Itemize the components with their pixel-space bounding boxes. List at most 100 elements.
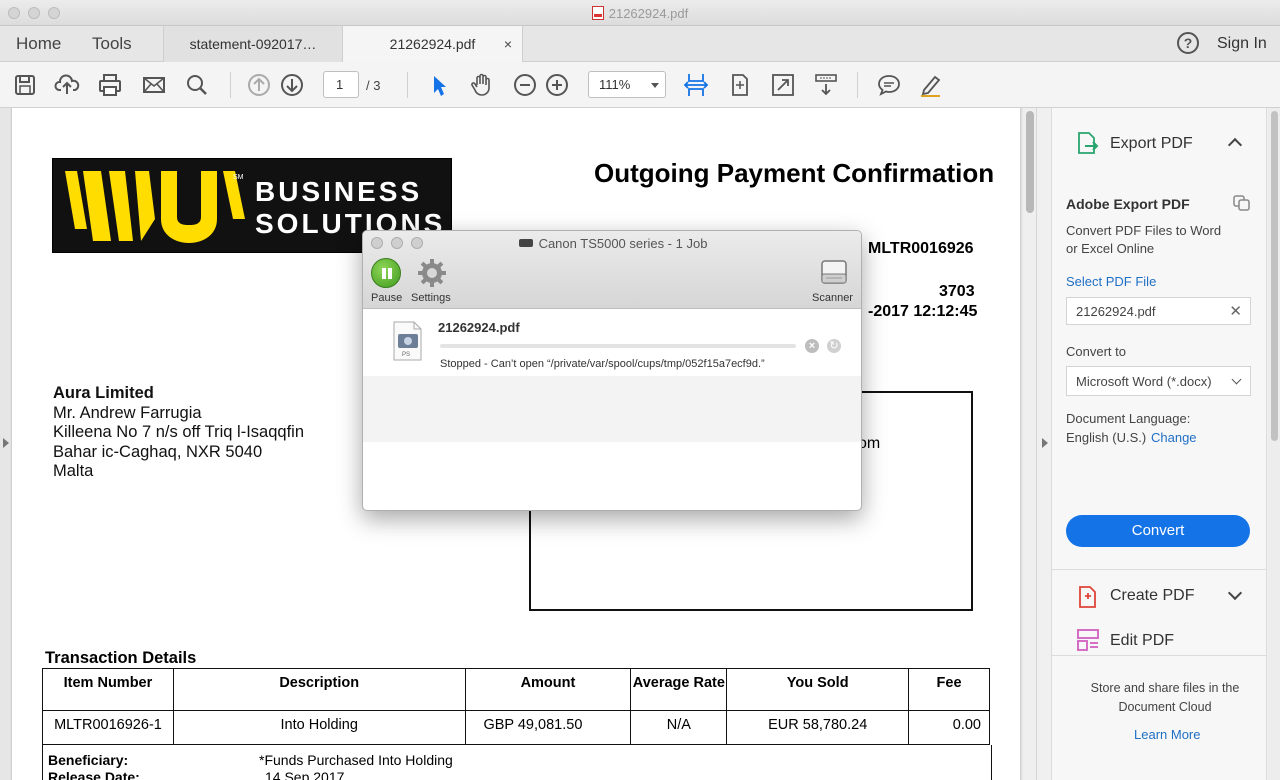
column-header: Fee	[908, 668, 990, 711]
scanner-label: Scanner	[812, 292, 853, 304]
comment-icon[interactable]	[876, 72, 902, 98]
job-status: Stopped - Can’t open “/private/var/spool…	[440, 358, 765, 370]
settings-gear-icon[interactable]	[416, 257, 448, 289]
adobe-export-heading: Adobe Export PDF	[1066, 196, 1190, 212]
export-description: Convert PDF Files to Word or Excel Onlin…	[1066, 223, 1222, 256]
close-tab-icon[interactable]: ×	[504, 36, 512, 52]
resume-job-icon[interactable]: ↻	[827, 339, 841, 353]
scanner-icon[interactable]	[818, 257, 850, 287]
logo-text-line1: BUSINESS	[255, 176, 423, 207]
column-header: You Sold	[726, 668, 910, 711]
column-header: Average Rate	[630, 668, 728, 711]
title-bar: 21262924.pdf	[0, 0, 1280, 26]
print-dialog-toolbar: Canon TS5000 series - 1 Job Pause Settin…	[363, 231, 861, 309]
scroll-mode-icon[interactable]	[813, 72, 839, 98]
chevron-down-icon	[651, 83, 659, 88]
sign-in-link[interactable]: Sign In	[1217, 35, 1267, 53]
document-title: Outgoing Payment Confirmation	[594, 158, 995, 188]
table-cell: GBP 49,081.50	[464, 710, 632, 745]
create-pdf-title[interactable]: Create PDF	[1110, 587, 1194, 605]
beneficiary-block: Beneficiary: *Funds Purchased Into Holdi…	[42, 745, 992, 780]
release-date-value: 14 Sep 2017	[265, 769, 345, 780]
release-date-label: Release Date:	[48, 769, 140, 780]
doc-language-label: Document Language:	[1066, 411, 1191, 426]
panel-divider	[1051, 655, 1266, 656]
convert-format-select[interactable]: Microsoft Word (*.docx)	[1066, 366, 1251, 396]
scrollbar-thumb[interactable]	[1271, 111, 1278, 441]
toolbar-divider	[857, 72, 858, 98]
change-language-link[interactable]: Change	[1151, 430, 1197, 445]
window-title-text: 21262924.pdf	[608, 6, 689, 21]
job-list-empty-row	[363, 376, 861, 442]
tab-label: statement-092017…	[189, 36, 317, 52]
next-page-icon[interactable]	[279, 72, 305, 98]
chevron-down-icon	[1231, 374, 1242, 385]
scrollbar-thumb[interactable]	[1026, 111, 1034, 213]
previous-page-icon[interactable]	[246, 72, 272, 98]
page-number-input[interactable]: 1	[323, 71, 359, 98]
clear-file-icon[interactable]: ✕	[1229, 302, 1242, 320]
settings-label: Settings	[411, 292, 451, 304]
edit-pdf-title[interactable]: Edit PDF	[1110, 632, 1174, 650]
select-cursor-icon[interactable]	[426, 72, 452, 98]
tab-label: 21262924.pdf	[389, 36, 476, 52]
highlight-pen-icon[interactable]	[918, 72, 944, 98]
help-icon[interactable]: ?	[1177, 32, 1199, 54]
transaction-heading: Transaction Details	[45, 649, 197, 667]
fit-width-icon[interactable]	[683, 72, 709, 98]
zoom-level-select[interactable]: 111%	[588, 71, 666, 98]
selected-file-field[interactable]: 21262924.pdf ✕	[1066, 297, 1251, 325]
svg-text:SM: SM	[233, 174, 244, 181]
postscript-file-icon: PS	[393, 321, 422, 361]
tools-pane-scrollbar[interactable]	[1268, 108, 1280, 780]
column-header: Amount	[464, 668, 632, 711]
document-scrollbar[interactable]	[1023, 108, 1036, 780]
zoom-in-icon[interactable]	[544, 72, 570, 98]
cancel-job-icon[interactable]: ×	[805, 339, 819, 353]
search-icon[interactable]	[184, 72, 210, 98]
print-queue-dialog: Canon TS5000 series - 1 Job Pause Settin…	[362, 230, 862, 511]
tab-21262924[interactable]: 21262924.pdf ×	[343, 26, 523, 63]
email-icon[interactable]	[141, 72, 167, 98]
print-job-row[interactable]: PS 21262924.pdf × ↻ Stopped - Can’t open…	[363, 310, 861, 376]
fit-page-icon[interactable]	[727, 72, 753, 98]
cloud-upload-icon[interactable]	[54, 72, 80, 98]
address-line: Bahar ic-Caghaq, NXR 5040	[53, 442, 263, 461]
print-icon[interactable]	[97, 72, 123, 98]
transaction-table: Item Number Description Amount Average R…	[42, 668, 990, 745]
export-pdf-icon	[1078, 132, 1099, 154]
pause-label: Pause	[371, 292, 403, 304]
address-line: Killeena No 7 n/s off Triq l-Isaqqfin	[53, 423, 304, 441]
panel-divider	[1051, 569, 1266, 570]
acrobat-window: 21262924.pdf Home Tools statement-092017…	[0, 0, 1280, 780]
nav-home[interactable]: Home	[16, 34, 61, 54]
pause-button[interactable]	[371, 258, 401, 288]
toolbar-divider	[230, 72, 231, 98]
convert-button[interactable]: Convert	[1066, 515, 1250, 547]
hand-tool-icon[interactable]	[469, 72, 495, 98]
save-icon[interactable]	[12, 72, 38, 98]
duplicate-icon[interactable]	[1233, 195, 1251, 211]
reference-number: MLTR0016926	[868, 240, 974, 257]
full-screen-icon[interactable]	[770, 72, 796, 98]
tab-bar: Home Tools statement-092017… 21262924.pd…	[0, 26, 1280, 63]
zoom-out-icon[interactable]	[512, 72, 538, 98]
column-header: Description	[172, 668, 466, 711]
left-panel-toggle-icon[interactable]	[3, 438, 9, 448]
print-dialog-title-text: Canon TS5000 series - 1 Job	[538, 236, 708, 251]
page-total: / 3	[366, 78, 381, 93]
right-panel-toggle-icon[interactable]	[1042, 438, 1048, 448]
tab-statement[interactable]: statement-092017…	[163, 26, 343, 62]
select-pdf-file-link[interactable]: Select PDF File	[1066, 274, 1156, 289]
job-name: 21262924.pdf	[438, 320, 520, 335]
nav-tools[interactable]: Tools	[92, 34, 132, 54]
learn-more-link[interactable]: Learn More	[1134, 727, 1200, 742]
table-cell: N/A	[630, 710, 728, 745]
file-badge: PS	[402, 352, 410, 358]
job-progress-bar	[440, 344, 796, 348]
selected-file-name: 21262924.pdf	[1076, 304, 1156, 319]
window-title: 21262924.pdf	[0, 6, 1280, 21]
wu-mark-icon: SM	[65, 171, 245, 243]
export-pdf-title[interactable]: Export PDF	[1110, 135, 1193, 153]
convert-to-label: Convert to	[1066, 344, 1126, 359]
